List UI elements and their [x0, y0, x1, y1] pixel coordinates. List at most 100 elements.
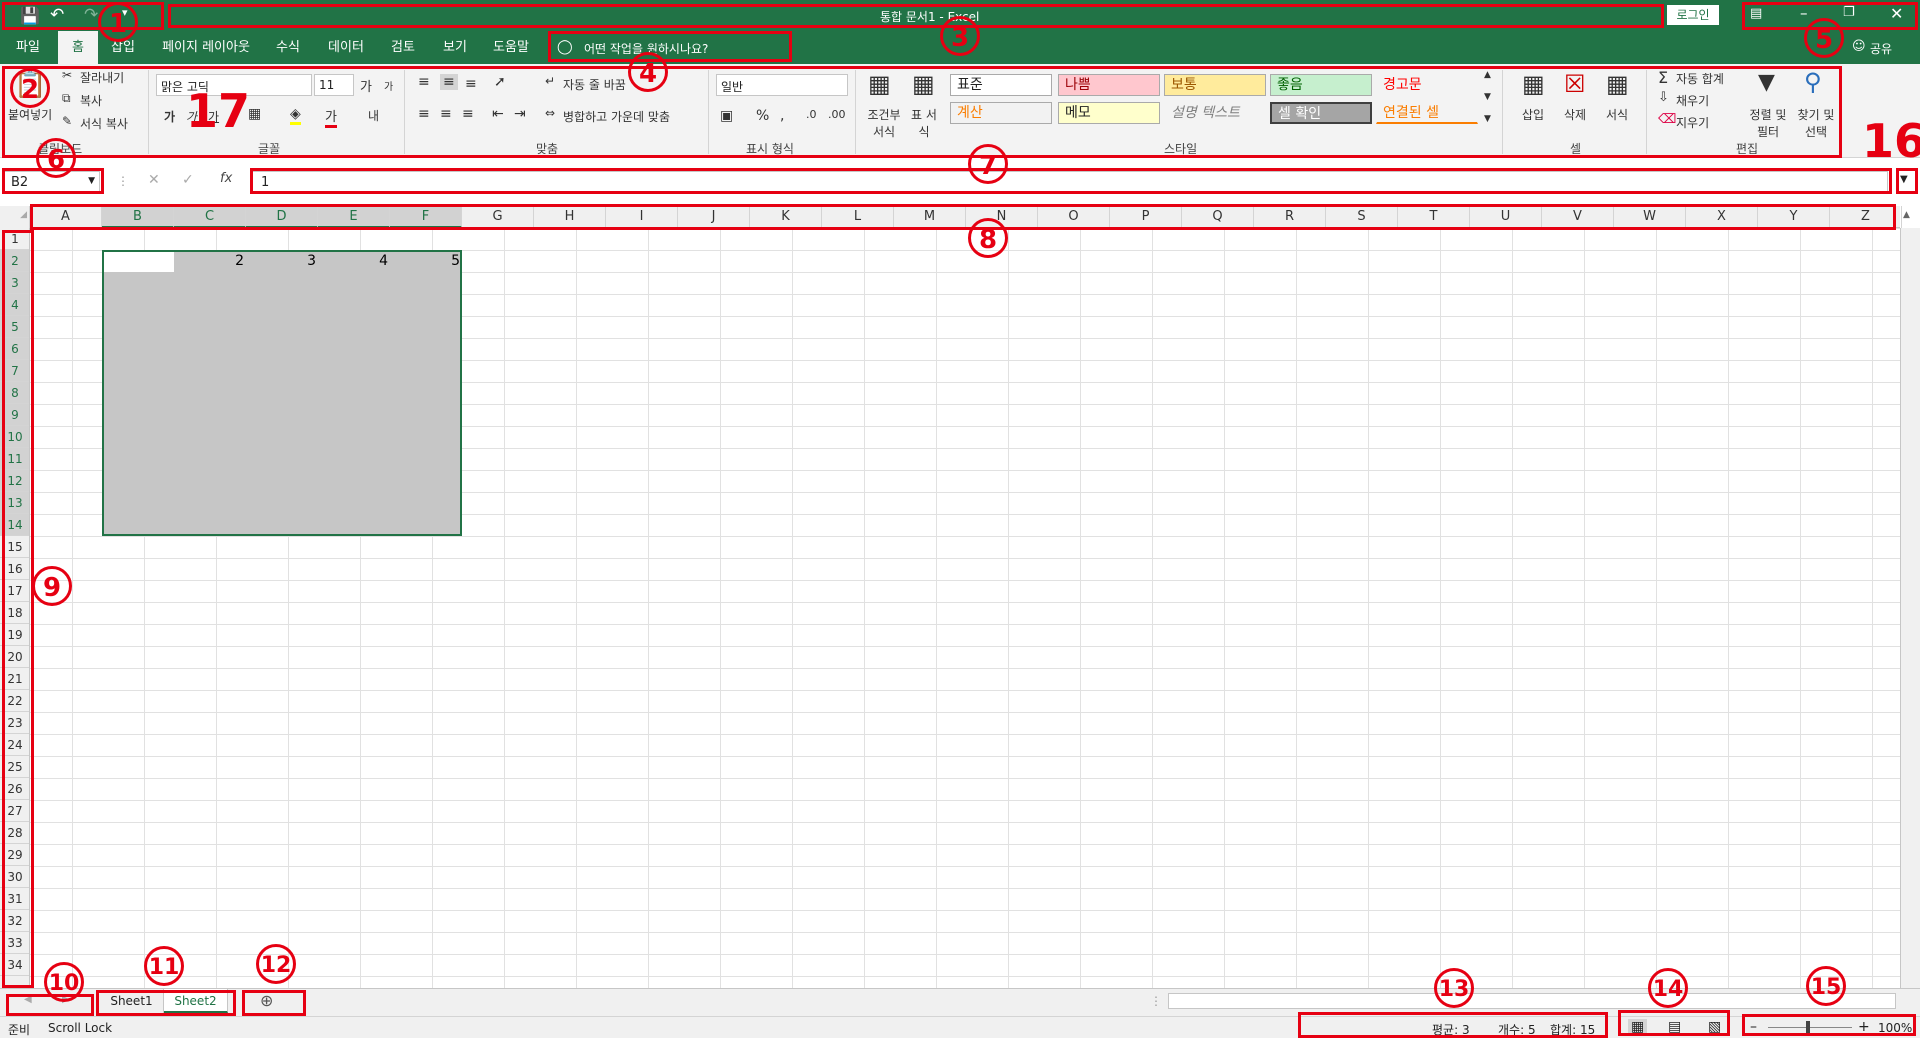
horizontal-scrollbar[interactable]: [1168, 993, 1896, 1009]
row-header-18[interactable]: 18: [0, 602, 29, 624]
row-header-6[interactable]: 6: [0, 338, 29, 360]
row-header-22[interactable]: 22: [0, 690, 29, 712]
column-header-t[interactable]: T: [1398, 206, 1470, 228]
tab-view[interactable]: 보기: [435, 31, 475, 64]
comma-icon[interactable]: ,: [780, 108, 784, 124]
row-header-21[interactable]: 21: [0, 668, 29, 690]
style-neutral[interactable]: 보통: [1164, 74, 1266, 96]
number-format-select[interactable]: 일반: [716, 74, 848, 96]
style-good[interactable]: 좋음: [1270, 74, 1372, 96]
format-painter-icon[interactable]: ✎: [62, 114, 72, 128]
cell-e2[interactable]: 4: [320, 250, 392, 272]
decrease-indent-icon[interactable]: ⇤: [492, 106, 504, 122]
worksheet-grid[interactable]: 1 2 3 4 5: [30, 228, 1900, 988]
column-header-n[interactable]: N: [966, 206, 1038, 228]
row-header-16[interactable]: 16: [0, 558, 29, 580]
phonetic-icon[interactable]: 내: [368, 107, 379, 124]
maximize-icon[interactable]: ❐: [1843, 5, 1855, 20]
paste-icon[interactable]: 📋: [14, 70, 46, 100]
column-header-g[interactable]: G: [462, 206, 534, 228]
zoom-level[interactable]: 100%: [1878, 1021, 1912, 1035]
format-cells-button[interactable]: 서식: [1606, 106, 1628, 123]
cell-d2[interactable]: 3: [248, 250, 320, 272]
accounting-icon[interactable]: ▣: [720, 108, 733, 124]
find-select-button[interactable]: 찾기 및 선택: [1794, 106, 1838, 140]
row-header-20[interactable]: 20: [0, 646, 29, 668]
column-header-m[interactable]: M: [894, 206, 966, 228]
normal-view-icon[interactable]: ▦: [1628, 1019, 1648, 1035]
conditional-format-icon[interactable]: ▦: [868, 70, 891, 98]
login-button[interactable]: 로그인: [1667, 5, 1719, 25]
row-header-33[interactable]: 33: [0, 932, 29, 954]
row-header-15[interactable]: 15: [0, 536, 29, 558]
autosum-icon[interactable]: Σ: [1658, 68, 1668, 87]
cell-f2[interactable]: 5: [392, 250, 464, 272]
column-header-i[interactable]: I: [606, 206, 678, 228]
font-name-select[interactable]: 맑은 고딕: [156, 74, 312, 96]
undo-icon[interactable]: ↶: [50, 5, 64, 25]
minimize-icon[interactable]: –: [1800, 4, 1808, 22]
select-all[interactable]: ◢: [0, 206, 30, 228]
sort-filter-icon[interactable]: ▼: [1758, 70, 1775, 95]
row-header-4[interactable]: 4: [0, 294, 29, 316]
save-icon[interactable]: 💾: [20, 6, 40, 25]
column-header-a[interactable]: A: [30, 206, 102, 228]
row-header-25[interactable]: 25: [0, 756, 29, 778]
row-header-23[interactable]: 23: [0, 712, 29, 734]
font-size-select[interactable]: 11: [314, 74, 354, 96]
tab-page-layout[interactable]: 페이지 레이아웃: [155, 31, 257, 64]
sheet-tab-sheet1[interactable]: Sheet1: [100, 989, 164, 1013]
align-bottom-icon[interactable]: ≡: [465, 76, 477, 92]
selection-range[interactable]: [102, 250, 462, 536]
row-header-3[interactable]: 3: [0, 272, 29, 294]
tab-home[interactable]: 홈: [58, 31, 98, 64]
decrease-font-icon[interactable]: 가: [384, 78, 393, 93]
insert-function-icon[interactable]: fx: [220, 171, 232, 186]
formula-input[interactable]: 1: [252, 171, 1888, 193]
align-top-icon[interactable]: ≡: [418, 74, 430, 90]
conditional-format-button[interactable]: 조건부 서식: [866, 106, 902, 140]
chevron-down-icon[interactable]: ▼: [88, 176, 95, 186]
row-header-34[interactable]: 34: [0, 954, 29, 976]
row-header-24[interactable]: 24: [0, 734, 29, 756]
row-header-12[interactable]: 12: [0, 470, 29, 492]
column-header-f[interactable]: F: [390, 206, 462, 228]
styles-scroll-down-icon[interactable]: ▼: [1484, 92, 1491, 102]
ribbon-display-icon[interactable]: ▤: [1750, 6, 1762, 21]
fill-button[interactable]: 채우기: [1676, 92, 1709, 109]
redo-icon[interactable]: ↷: [84, 5, 98, 25]
percent-icon[interactable]: %: [756, 108, 769, 124]
merge-center-icon[interactable]: ⇔: [545, 106, 555, 120]
enter-icon[interactable]: ✓: [182, 172, 194, 188]
row-header-11[interactable]: 11: [0, 448, 29, 470]
row-header-30[interactable]: 30: [0, 866, 29, 888]
fill-icon[interactable]: ⇩: [1658, 90, 1669, 105]
style-note[interactable]: 메모: [1058, 102, 1160, 124]
increase-indent-icon[interactable]: ⇥: [514, 106, 526, 122]
name-box[interactable]: B2 ▼: [4, 171, 100, 193]
row-header-26[interactable]: 26: [0, 778, 29, 800]
style-linked-cell[interactable]: 연결된 셀: [1376, 102, 1478, 124]
format-painter-button[interactable]: 서식 복사: [80, 115, 128, 132]
fill-color-icon[interactable]: ◈: [290, 106, 301, 125]
row-header-19[interactable]: 19: [0, 624, 29, 646]
clear-button[interactable]: 지우기: [1676, 114, 1709, 131]
zoom-in-icon[interactable]: +: [1858, 1019, 1870, 1035]
scroll-up-icon[interactable]: ▲: [1903, 210, 1910, 220]
add-sheet-icon[interactable]: ⊕: [260, 991, 273, 1010]
column-header-x[interactable]: X: [1686, 206, 1758, 228]
copy-button[interactable]: 복사: [80, 92, 102, 109]
row-header-13[interactable]: 13: [0, 492, 29, 514]
column-header-w[interactable]: W: [1614, 206, 1686, 228]
tell-me-search[interactable]: 어떤 작업을 원하시나요?: [584, 40, 708, 57]
row-header-8[interactable]: 8: [0, 382, 29, 404]
format-as-table-button[interactable]: 표 서식: [906, 106, 942, 140]
row-header-28[interactable]: 28: [0, 822, 29, 844]
style-explanatory[interactable]: 설명 텍스트: [1164, 102, 1266, 124]
format-as-table-icon[interactable]: ▦: [912, 70, 935, 98]
row-header-14[interactable]: 14: [0, 514, 29, 536]
row-header-17[interactable]: 17: [0, 580, 29, 602]
font-color-icon[interactable]: 가: [325, 106, 337, 128]
column-header-z[interactable]: Z: [1830, 206, 1902, 228]
insert-cells-icon[interactable]: ▦: [1522, 70, 1545, 98]
